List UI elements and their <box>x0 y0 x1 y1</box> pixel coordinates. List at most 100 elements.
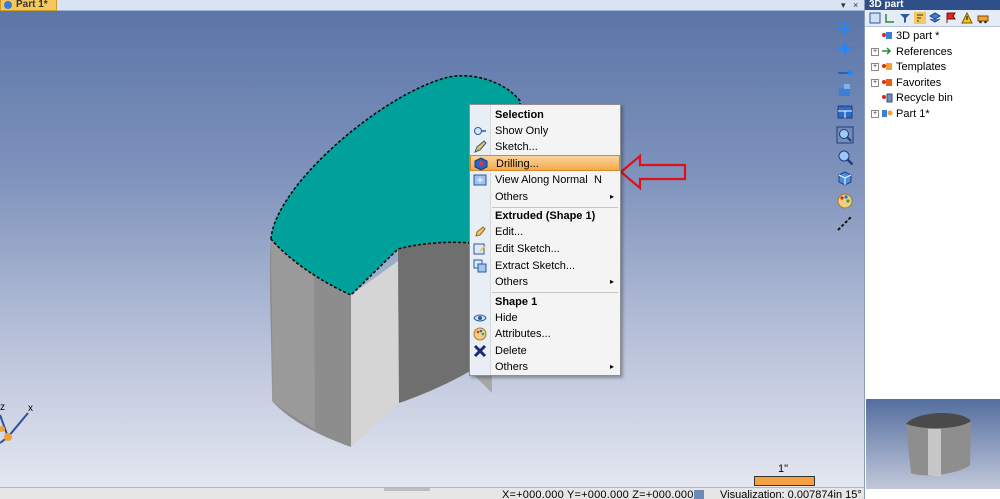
view-cube-button[interactable] <box>836 169 854 187</box>
tree-item-label: 3D part * <box>896 29 940 42</box>
layout-tool-button[interactable] <box>836 103 854 121</box>
tree-expander[interactable]: + <box>871 109 879 118</box>
cursor-coordinates: X=+000.000 Y=+000.000 Z=+000.000 <box>502 489 694 499</box>
vehicle-icon[interactable] <box>977 12 989 24</box>
tree-expand-icon[interactable] <box>884 12 896 24</box>
templates-icon <box>882 63 892 70</box>
part-geometry[interactable]: x z <box>0 11 864 487</box>
menu-item-label: Show Only <box>495 125 549 137</box>
tree-item-label: Recycle bin <box>896 91 953 104</box>
measure-tool-button[interactable] <box>836 61 854 79</box>
show-only-icon <box>474 127 486 135</box>
menu-item-label: Edit... <box>495 226 524 238</box>
submenu-arrow-icon: ▸ <box>609 362 614 371</box>
tree-item-templates[interactable]: + Templates <box>871 59 946 74</box>
zoom-fit-button[interactable] <box>836 126 854 144</box>
sort-icon[interactable] <box>914 12 926 24</box>
menu-separator <box>492 292 618 293</box>
snap-tool-button[interactable] <box>836 39 854 57</box>
crosshair-plus-icon <box>838 22 852 36</box>
document-tabstrip: Part 1* ▾ × <box>0 0 864 11</box>
menu-item-attributes[interactable]: Attributes... <box>470 326 620 342</box>
tree-item-part1[interactable]: + Part 1* <box>871 106 930 121</box>
menu-item-drilling[interactable]: Drilling... <box>470 155 620 171</box>
visualization-icon <box>694 490 704 499</box>
part-root-icon <box>882 32 892 39</box>
menu-item-label: Drilling... <box>496 158 539 170</box>
menu-item-label: View Along Normal <box>495 174 588 186</box>
attributes-tool-button[interactable] <box>836 192 854 210</box>
menu-header-label: Shape 1 <box>495 296 538 308</box>
menu-item-edit[interactable]: Edit... <box>470 224 620 240</box>
menu-item-label: Sketch... <box>495 141 538 153</box>
palette-icon <box>837 193 853 209</box>
3d-viewport[interactable]: x z 1" <box>0 11 864 487</box>
zoom-button[interactable] <box>836 148 854 166</box>
menu-item-show-only[interactable]: Show Only <box>470 123 620 139</box>
tree-expander[interactable]: + <box>871 47 879 56</box>
inner-dark-face[interactable] <box>398 242 470 403</box>
dashed-line-icon <box>837 215 853 231</box>
tree-item-label: References <box>896 45 953 58</box>
tree-item-3d-part[interactable]: 3D part * <box>871 28 939 43</box>
context-menu: Selection Show Only Sketch... Drilling..… <box>469 104 621 376</box>
snap-crosshair-icon <box>838 41 852 55</box>
tree-item-recycle-bin[interactable]: Recycle bin <box>871 90 953 105</box>
part-preview-thumbnail[interactable] <box>866 399 1000 489</box>
menu-item-shortcut: N <box>594 174 602 186</box>
axis-x-label: x <box>28 403 33 414</box>
tree-item-label: Favorites <box>896 76 942 89</box>
document-tab-label: Part 1* <box>16 0 48 10</box>
menu-item-extract-sketch[interactable]: Extract Sketch... <box>470 258 620 274</box>
palette-icon <box>473 327 487 341</box>
edit-sketch-icon <box>473 243 486 255</box>
horizontal-scroll-thumb[interactable] <box>384 488 430 491</box>
view-orient-button[interactable] <box>836 82 854 100</box>
measure-icon <box>838 70 853 76</box>
tree-item-label: Part 1* <box>896 107 930 120</box>
menu-item-others-shape[interactable]: Others ▸ <box>470 359 620 375</box>
window-layout-icon <box>837 105 853 119</box>
tree-item-references[interactable]: + References <box>871 44 952 59</box>
menu-header-selection: Selection <box>470 107 620 123</box>
menu-item-sketch[interactable]: Sketch... <box>470 139 620 155</box>
line-style-button[interactable] <box>836 214 854 232</box>
menu-item-others-extruded[interactable]: Others ▸ <box>470 274 620 290</box>
recycle-bin-icon <box>882 93 893 103</box>
preview-part-shape <box>906 413 971 477</box>
axis-triad <box>0 412 29 444</box>
menu-header-shape1: Shape 1 <box>470 294 620 310</box>
front-light-face[interactable] <box>351 261 399 447</box>
menu-item-label: Attributes... <box>495 328 551 340</box>
select-tool-icon[interactable] <box>869 12 881 24</box>
menu-item-others-selection[interactable]: Others ▸ <box>470 189 620 205</box>
tree-expander[interactable]: + <box>871 62 879 71</box>
tree-item-label: Templates <box>896 60 947 73</box>
menu-item-label: Others <box>495 191 529 203</box>
menu-item-label: Delete <box>495 345 527 357</box>
tree-item-favorites[interactable]: + Favorites <box>871 75 941 90</box>
zoom-magnifier-icon <box>838 150 854 166</box>
menu-item-label: Others <box>495 276 529 288</box>
submenu-arrow-icon: ▸ <box>609 192 614 201</box>
layers-icon[interactable] <box>929 12 941 24</box>
menu-item-view-along-normal[interactable]: View Along Normal N <box>470 172 620 188</box>
tree-expander[interactable]: + <box>871 78 879 87</box>
view-normal-icon <box>473 174 487 186</box>
menu-item-hide[interactable]: Hide <box>470 310 620 326</box>
panel-title: 3D part <box>865 0 1000 10</box>
add-point-tool-button[interactable] <box>836 20 854 38</box>
filter-icon[interactable] <box>899 12 911 24</box>
tab-list-dropdown[interactable]: ▾ <box>841 0 846 10</box>
menu-item-label: Extract Sketch... <box>495 260 576 272</box>
pencil-icon <box>474 140 487 153</box>
close-document-button[interactable]: × <box>853 0 858 10</box>
axis-z-label: z <box>0 402 5 413</box>
orient-view-icon <box>839 84 850 96</box>
document-tab-part1[interactable]: Part 1* <box>0 0 57 11</box>
warning-icon[interactable] <box>961 12 973 24</box>
flag-icon[interactable] <box>945 12 957 24</box>
menu-item-edit-sketch[interactable]: Edit Sketch... <box>470 241 620 257</box>
menu-item-delete[interactable]: Delete <box>470 343 620 359</box>
menu-item-label: Hide <box>495 312 518 324</box>
